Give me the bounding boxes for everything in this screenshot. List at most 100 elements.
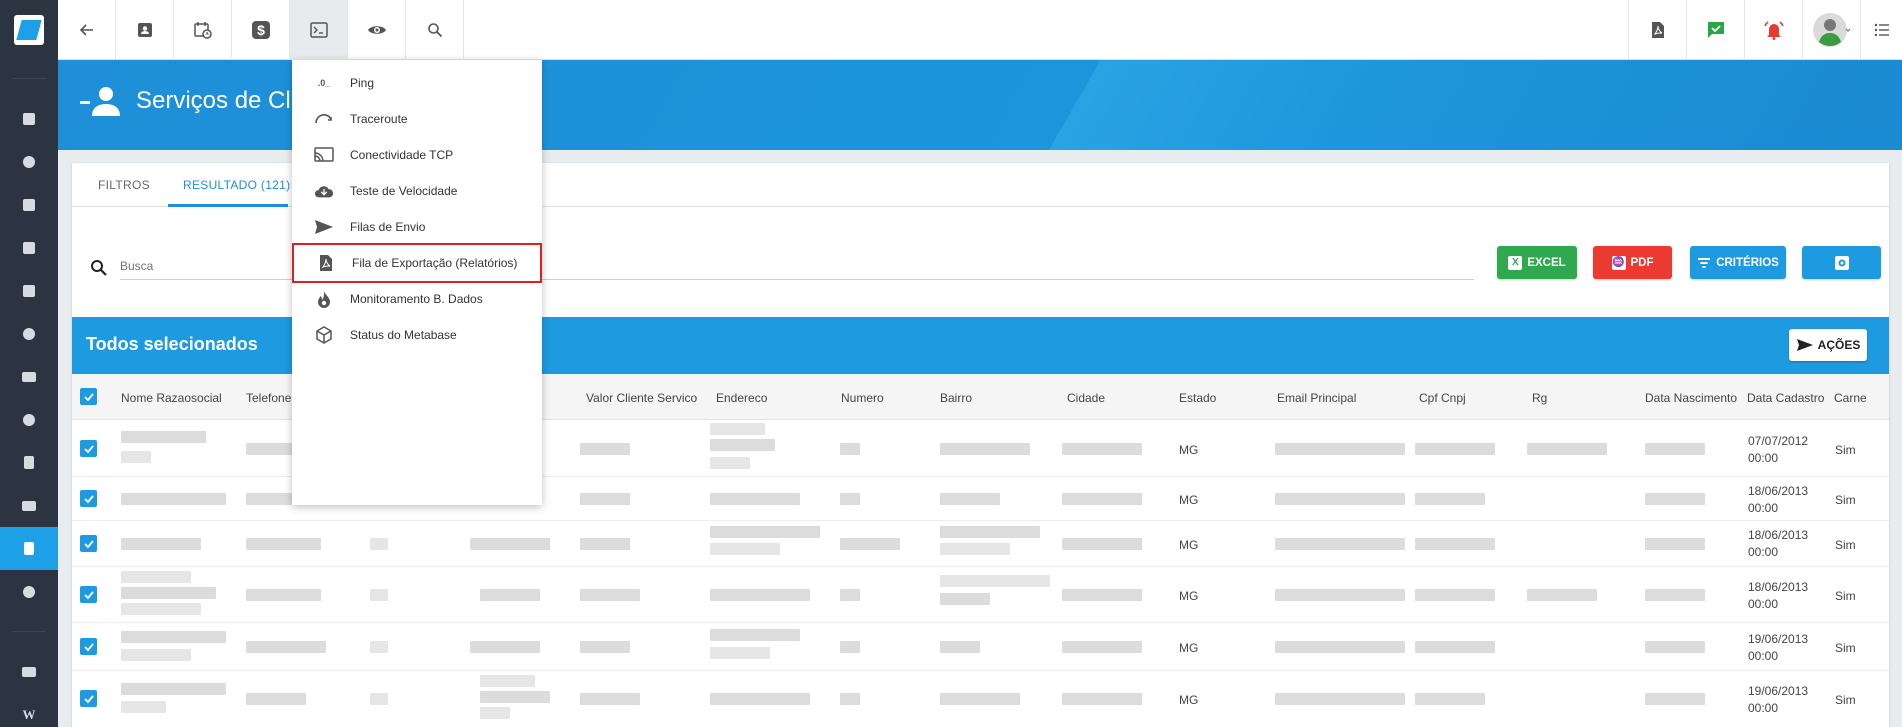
sidebar-item-dashboard[interactable] <box>0 97 58 140</box>
sidebar-item-contacts[interactable] <box>0 183 58 226</box>
sidebar-item-board[interactable] <box>0 226 58 269</box>
criteria-button[interactable]: CRITÉRIOS <box>1690 246 1786 279</box>
cell-state: MG <box>1179 641 1199 655</box>
column-header[interactable]: Numero <box>841 391 884 405</box>
sidebar-item-reports[interactable] <box>0 527 58 570</box>
blurred-cell <box>480 675 535 687</box>
schedule-button[interactable] <box>174 0 232 60</box>
blurred-address <box>710 439 775 451</box>
sidebar-item-settings[interactable] <box>0 570 58 613</box>
row-checkbox[interactable] <box>80 490 97 507</box>
column-header[interactable]: Cpf Cnpj <box>1419 391 1466 405</box>
column-header[interactable]: Estado <box>1179 391 1216 405</box>
blurred-name <box>121 683 226 695</box>
alerts-button[interactable] <box>1744 0 1802 60</box>
row-checkbox[interactable] <box>80 535 97 552</box>
blurred-address <box>710 629 800 641</box>
sidebar-divider <box>12 78 46 79</box>
menu-item-db-monitoring[interactable]: Monitoramento B. Dados <box>292 281 542 317</box>
column-header[interactable]: Telefone <box>246 391 291 405</box>
sidebar-item-map[interactable] <box>0 398 58 441</box>
back-button[interactable] <box>58 0 116 60</box>
blurred-district <box>940 526 1040 538</box>
column-header[interactable]: Endereco <box>716 391 767 405</box>
column-header[interactable]: Bairro <box>940 391 972 405</box>
page-title: Serviços de Clier <box>136 87 318 114</box>
blurred-phone <box>246 589 321 601</box>
svg-text:$: $ <box>257 22 265 38</box>
menu-item-tcp[interactable]: Conectividade TCP <box>292 137 542 173</box>
select-all-checkbox[interactable] <box>80 388 97 405</box>
cell-state: MG <box>1179 693 1199 707</box>
finance-button[interactable]: $ <box>232 0 290 60</box>
messages-button[interactable] <box>1686 0 1744 60</box>
table-row[interactable]: MG 18/06/2013 00:00 Sim <box>72 567 1889 623</box>
blurred-address <box>710 589 810 601</box>
column-header[interactable]: Data Cadastro <box>1747 391 1824 405</box>
search-input[interactable] <box>120 255 320 277</box>
blurred-district <box>940 493 1000 505</box>
user-menu[interactable] <box>1802 0 1860 60</box>
row-checkbox[interactable] <box>80 690 97 707</box>
blurred-address <box>710 423 765 435</box>
sidebar-item-video[interactable] <box>0 650 58 693</box>
cast-icon <box>314 146 334 164</box>
column-header[interactable]: Data Nascimento <box>1645 391 1737 405</box>
wiki-icon: W <box>22 706 36 722</box>
blurred-phone <box>246 538 321 550</box>
blurred-name <box>121 603 201 615</box>
settings-button[interactable] <box>1802 246 1881 279</box>
app-logo[interactable] <box>0 0 58 60</box>
back-arrow-icon <box>79 24 93 36</box>
tab-filters[interactable]: FILTROS <box>98 178 150 192</box>
blurred-cpf <box>1415 641 1495 653</box>
sidebar-item-charts[interactable] <box>0 140 58 183</box>
blurred-cell <box>370 538 388 550</box>
sidebar-item-finance[interactable] <box>0 355 58 398</box>
menu-item-traceroute[interactable]: Traceroute <box>292 101 542 137</box>
list-menu-button[interactable] <box>1860 0 1902 60</box>
table-row[interactable]: MG 18/06/2013 00:00 Sim <box>72 521 1889 567</box>
row-checkbox[interactable] <box>80 638 97 655</box>
table-row[interactable]: MG 19/06/2013 00:00 Sim <box>72 671 1889 727</box>
gear-icon <box>1834 255 1849 270</box>
monitor-button[interactable] <box>348 0 406 60</box>
menu-item-speed-test[interactable]: Teste de Velocidade <box>292 173 542 209</box>
table-row[interactable]: MG 19/06/2013 00:00 Sim <box>72 623 1889 671</box>
menu-item-metabase-status[interactable]: Status do Metabase <box>292 317 542 353</box>
search-button[interactable] <box>406 0 464 60</box>
excel-button[interactable]: X EXCEL <box>1497 246 1577 279</box>
pie-chart-icon <box>23 155 35 168</box>
calendar-clock-icon <box>193 22 212 39</box>
cell-created: 18/06/2013 00:00 <box>1748 528 1809 559</box>
row-checkbox[interactable] <box>80 440 97 457</box>
sidebar-item-products[interactable] <box>0 312 58 355</box>
search-icon <box>91 260 107 276</box>
actions-button[interactable]: AÇÕES <box>1789 329 1867 361</box>
column-header[interactable]: Cidade <box>1067 391 1105 405</box>
blurred-address <box>710 647 770 659</box>
traceroute-icon <box>314 110 334 128</box>
menu-item-export-queue[interactable]: Fila de Exportação (Relatórios) <box>292 243 542 283</box>
row-checkbox[interactable] <box>80 586 97 603</box>
sidebar-item-documents[interactable] <box>0 441 58 484</box>
pdf-button[interactable]: ♒ PDF <box>1593 246 1672 279</box>
column-header[interactable]: Nome Razaosocial <box>121 391 222 405</box>
contacts-button[interactable] <box>116 0 174 60</box>
menu-item-ping[interactable]: .0_ Ping <box>292 65 542 101</box>
column-header[interactable]: Carne <box>1834 391 1867 405</box>
export-queue-button[interactable] <box>1628 0 1686 60</box>
column-header[interactable]: Email Principal <box>1277 391 1356 405</box>
map-pin-icon <box>23 413 35 426</box>
terminal-button[interactable] <box>290 0 348 60</box>
cell-carne: Sim <box>1835 589 1856 603</box>
blurred-email <box>1275 589 1405 601</box>
column-header[interactable]: Valor Cliente Servico <box>586 391 697 405</box>
sidebar-item-wiki[interactable]: W <box>0 693 58 727</box>
sidebar-item-servers[interactable] <box>0 484 58 527</box>
tab-results[interactable]: RESULTADO (121) <box>183 178 290 192</box>
sidebar-item-schedule[interactable] <box>0 269 58 312</box>
column-header[interactable]: Rg <box>1532 391 1547 405</box>
menu-item-send-queues[interactable]: Filas de Envio <box>292 209 542 245</box>
cell-carne: Sim <box>1835 693 1856 707</box>
